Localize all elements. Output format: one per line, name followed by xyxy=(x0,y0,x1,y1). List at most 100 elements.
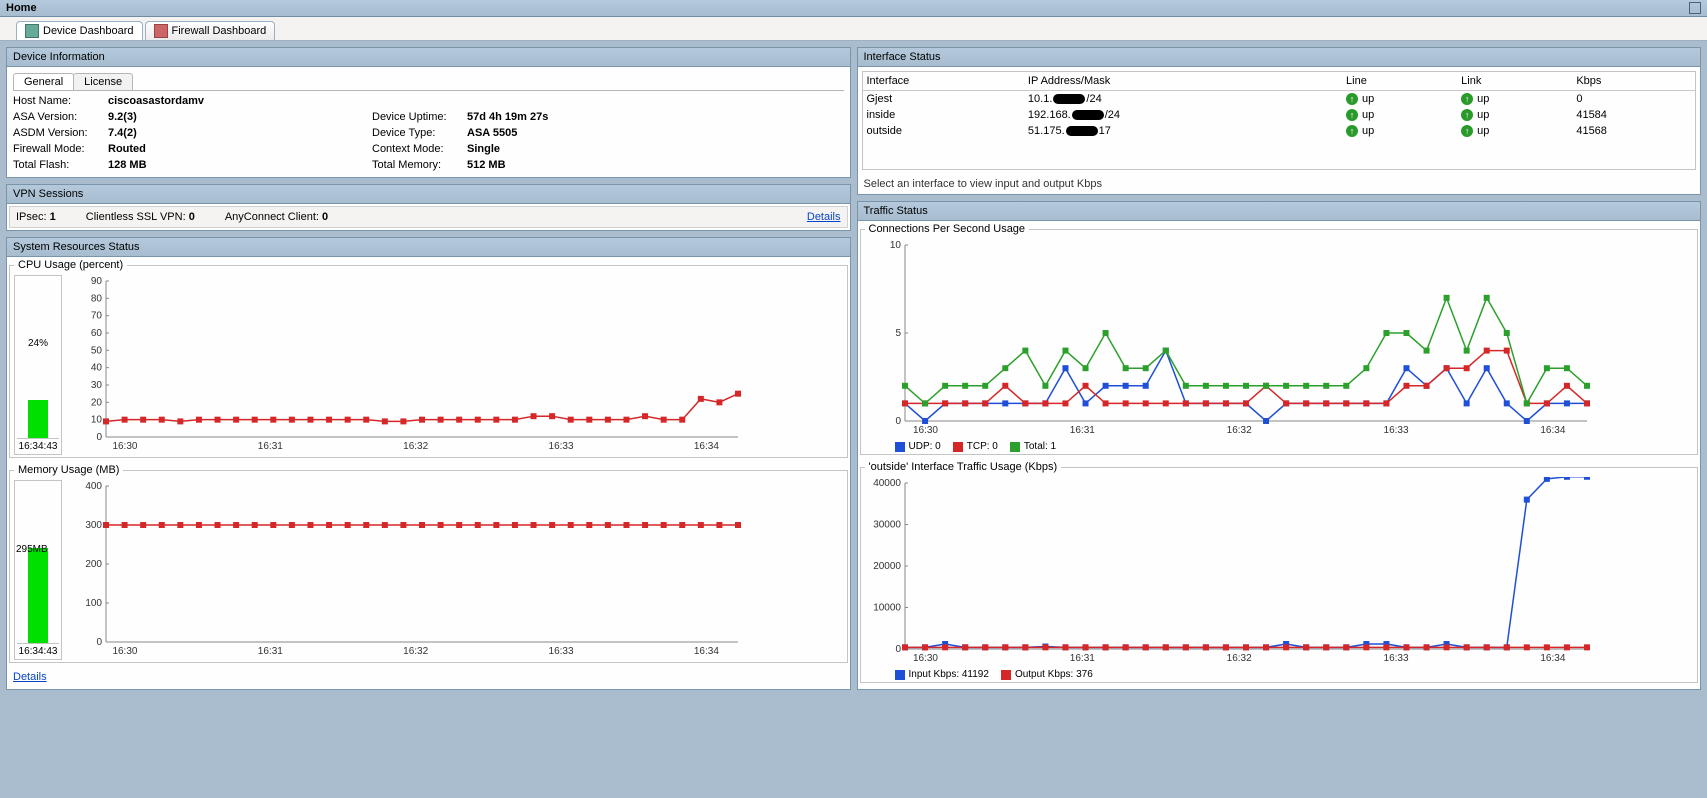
svg-text:60: 60 xyxy=(91,328,103,339)
up-icon: ↑ xyxy=(1461,125,1473,137)
svg-text:16:34: 16:34 xyxy=(694,441,719,452)
col-link[interactable]: Link xyxy=(1457,72,1572,91)
value: 1 xyxy=(50,211,56,223)
svg-text:16:30: 16:30 xyxy=(112,441,137,452)
cpu-chart-svg: 010203040506070809016:3016:3116:3216:331… xyxy=(66,275,746,455)
title-bar: Home xyxy=(0,0,1707,17)
cell-interface: Gjest xyxy=(863,91,1024,108)
panel-title: VPN Sessions xyxy=(7,185,850,204)
panel-vpn-sessions: VPN Sessions IPsec: 1 Clientless SSL VPN… xyxy=(6,184,851,231)
firewall-dashboard-icon xyxy=(154,24,168,38)
top-tabstrip: Device Dashboard Firewall Dashboard xyxy=(0,17,1707,41)
chart-title: 'outside' Interface Traffic Usage (Kbps) xyxy=(865,461,1062,473)
svg-text:16:30: 16:30 xyxy=(112,646,137,657)
svg-text:0: 0 xyxy=(895,644,901,655)
table-row[interactable]: Gjest10.1./24↑up↑up0 xyxy=(863,91,1696,108)
tab-firewall-dashboard-label: Firewall Dashboard xyxy=(172,25,267,37)
up-icon: ↑ xyxy=(1461,109,1473,121)
value: ciscoasastordamv xyxy=(108,95,204,107)
redacted-ip xyxy=(1072,110,1104,120)
value: 512 MB xyxy=(467,159,506,171)
gauge-time: 16:34:43 xyxy=(17,643,59,657)
value: 0 xyxy=(189,211,195,223)
gauge-time: 16:34:43 xyxy=(17,438,59,452)
cell-ip: 192.168./24 xyxy=(1024,107,1342,123)
cell-interface: inside xyxy=(863,107,1024,123)
svg-text:16:30: 16:30 xyxy=(912,425,937,436)
panel-interface-status: Interface Status Interface IP Address/Ma… xyxy=(857,47,1702,195)
table-row[interactable]: inside192.168./24↑up↑up41584 xyxy=(863,107,1696,123)
interface-note: Select an interface to view input and ou… xyxy=(858,174,1701,194)
svg-text:16:31: 16:31 xyxy=(258,646,283,657)
cell-line: ↑up xyxy=(1342,107,1457,123)
svg-text:10000: 10000 xyxy=(873,603,901,614)
value: 7.4(2) xyxy=(108,127,137,139)
cps-legend: UDP: 0 TCP: 0 Total: 1 xyxy=(865,439,1694,452)
svg-text:40000: 40000 xyxy=(873,478,901,489)
svg-text:300: 300 xyxy=(85,520,102,531)
label: Host Name: xyxy=(13,95,108,107)
cell-ip: 51.175.17 xyxy=(1024,123,1342,139)
cell-link: ↑up xyxy=(1457,107,1572,123)
panel-title: Device Information xyxy=(7,48,850,67)
label: Total Memory: xyxy=(372,159,467,171)
window-control-icon[interactable] xyxy=(1689,2,1701,14)
value: 9.2(3) xyxy=(108,111,137,123)
label: Device Type: xyxy=(372,127,467,139)
svg-text:50: 50 xyxy=(91,345,103,356)
panel-device-information: Device Information General License Host … xyxy=(6,47,851,178)
col-interface[interactable]: Interface xyxy=(863,72,1024,91)
legend-out: Output Kbps: 376 xyxy=(1015,669,1093,680)
label: ASA Version: xyxy=(13,111,108,123)
cell-line: ↑up xyxy=(1342,91,1457,108)
cell-link: ↑up xyxy=(1457,91,1572,108)
svg-text:400: 400 xyxy=(85,481,102,492)
col-kbps[interactable]: Kbps xyxy=(1572,72,1695,91)
svg-text:10: 10 xyxy=(889,240,901,251)
col-ip[interactable]: IP Address/Mask xyxy=(1024,72,1342,91)
svg-text:5: 5 xyxy=(895,328,901,339)
svg-text:0: 0 xyxy=(895,416,901,427)
cell-link: ↑up xyxy=(1457,123,1572,139)
table-row[interactable]: outside51.175.17↑up↑up41568 xyxy=(863,123,1696,139)
cpu-gauge: 24% 16:34:43 xyxy=(14,275,62,455)
sys-details-link[interactable]: Details xyxy=(13,671,47,683)
svg-text:16:30: 16:30 xyxy=(912,653,937,664)
panel-title: Traffic Status xyxy=(858,202,1701,221)
redacted-ip xyxy=(1066,126,1098,136)
label: Firewall Mode: xyxy=(13,143,108,155)
value: 57d 4h 19m 27s xyxy=(467,111,548,123)
value: ASA 5505 xyxy=(467,127,517,139)
svg-text:20: 20 xyxy=(91,397,103,408)
svg-text:20000: 20000 xyxy=(873,561,901,572)
col-line[interactable]: Line xyxy=(1342,72,1457,91)
svg-text:0: 0 xyxy=(96,432,102,443)
svg-text:16:32: 16:32 xyxy=(1226,653,1251,664)
tab-device-dashboard[interactable]: Device Dashboard xyxy=(16,21,143,40)
svg-text:16:33: 16:33 xyxy=(549,441,574,452)
svg-text:16:32: 16:32 xyxy=(403,441,428,452)
tab-firewall-dashboard[interactable]: Firewall Dashboard xyxy=(145,21,276,40)
device-dashboard-icon xyxy=(25,24,39,38)
up-icon: ↑ xyxy=(1346,125,1358,137)
cps-chart-svg: 051016:3016:3116:3216:3316:34 xyxy=(865,239,1595,439)
svg-text:16:33: 16:33 xyxy=(549,646,574,657)
panel-system-resources: System Resources Status CPU Usage (perce… xyxy=(6,237,851,690)
memory-chart: Memory Usage (MB) 295MB 16:34:43 0100200… xyxy=(9,464,848,663)
outside-chart: 'outside' Interface Traffic Usage (Kbps)… xyxy=(860,461,1699,683)
redacted-ip xyxy=(1053,94,1085,104)
label: Total Flash: xyxy=(13,159,108,171)
label: AnyConnect Client: xyxy=(225,211,319,223)
value: Single xyxy=(467,143,500,155)
svg-text:16:34: 16:34 xyxy=(1540,653,1565,664)
subtab-license[interactable]: License xyxy=(73,73,133,90)
svg-text:40: 40 xyxy=(91,363,103,374)
svg-text:16:34: 16:34 xyxy=(1540,425,1565,436)
legend-in: Input Kbps: 41192 xyxy=(909,669,989,680)
svg-text:90: 90 xyxy=(91,276,103,287)
window-title: Home xyxy=(6,2,37,14)
label: Device Uptime: xyxy=(372,111,467,123)
vpn-details-link[interactable]: Details xyxy=(807,211,841,223)
svg-text:70: 70 xyxy=(91,311,103,322)
subtab-general[interactable]: General xyxy=(13,73,74,90)
